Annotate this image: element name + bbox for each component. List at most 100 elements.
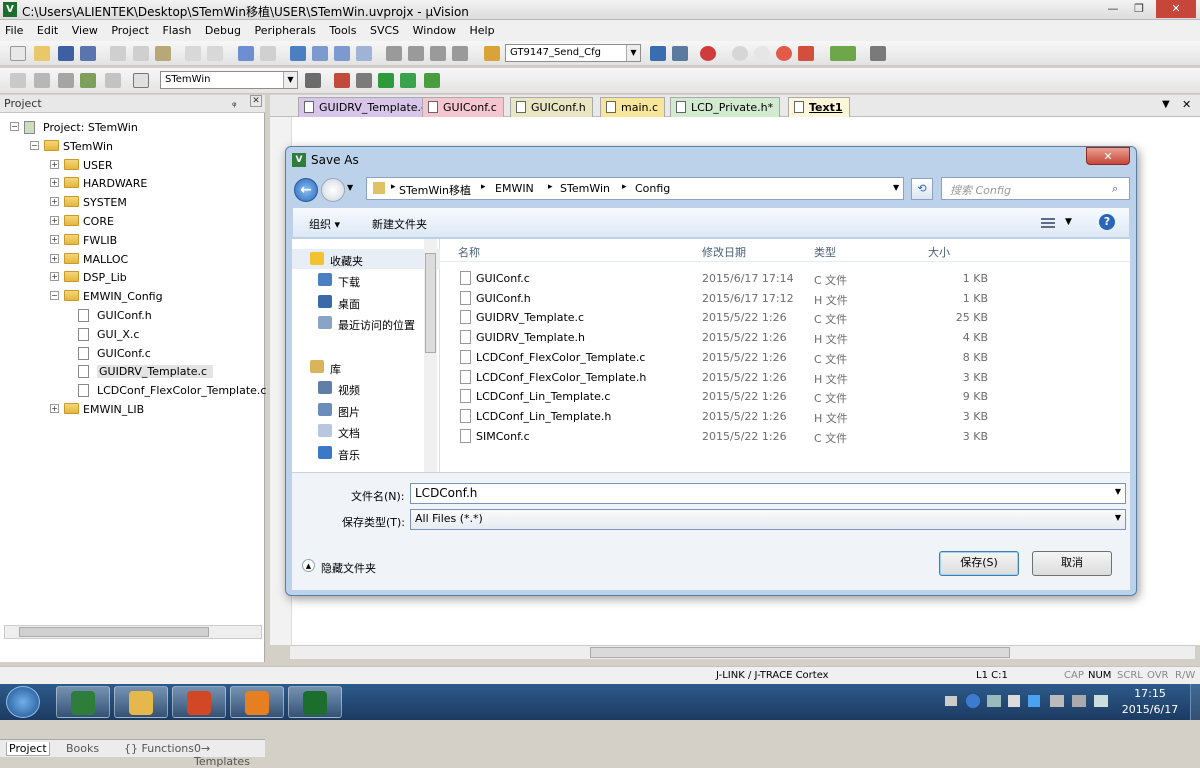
search-icon[interactable]: ⌕ [1112,182,1118,196]
organize-button[interactable]: 组织 ▾ [309,216,340,232]
menu-edit[interactable]: Edit [32,20,63,37]
breadcrumb-emwin[interactable]: EMWIN [495,182,534,195]
recent-locations-icon[interactable]: ▼ [347,183,353,192]
target-combo[interactable]: GT9147_Send_Cfg ▼ [505,44,641,62]
taskbar-app-button[interactable] [288,686,342,718]
tree-item[interactable]: DSP_Lib [83,271,127,284]
minimize-button[interactable]: — [1100,0,1126,18]
file-row[interactable]: GUIConf.h 2015/6/17 17:12 H 文件 1 KB [440,289,1130,308]
tree-toggle-icon[interactable]: + [50,178,59,188]
editor-horizontal-scrollbar[interactable] [290,645,1195,659]
column-type-header[interactable]: 类型 [814,244,836,260]
tree-item[interactable]: USER [83,159,113,172]
nav-favorite-item[interactable]: 最近访问的位置 [292,313,440,333]
file-row[interactable]: GUIConf.c 2015/6/17 17:14 C 文件 1 KB [440,269,1130,288]
file-row[interactable]: LCDConf_FlexColor_Template.h 2015/5/22 1:… [440,368,1130,387]
unindent-icon[interactable] [408,46,424,61]
target-options-icon[interactable] [305,73,321,88]
menu-svcs[interactable]: SVCS [365,20,404,37]
tree-item[interactable]: EMWIN_Config [83,290,163,303]
tab-templates[interactable]: 0→ Templates [194,742,265,768]
close-button[interactable]: ✕ [1156,0,1196,18]
menu-tools[interactable]: Tools [324,20,361,37]
tree-item[interactable]: HARDWARE [83,177,147,190]
file-row[interactable]: GUIDRV_Template.h 2015/5/22 1:26 H 文件 4 KB [440,328,1130,347]
forward-arrow-icon[interactable] [321,178,345,202]
tray-volume-icon[interactable] [1008,695,1020,707]
pack-installer-icon[interactable] [378,73,394,88]
tray-network-icon[interactable] [987,695,1001,707]
paste-icon[interactable] [155,46,171,61]
chevron-down-icon[interactable]: ▼ [283,72,297,88]
tree-item[interactable]: EMWIN_LIB [83,403,144,416]
configure-icon[interactable] [870,46,886,61]
file-extensions-icon[interactable] [356,73,372,88]
new-file-icon[interactable] [10,46,26,61]
tree-item[interactable]: SYSTEM [83,196,127,209]
back-arrow-icon[interactable]: ← [294,178,318,202]
copy-icon[interactable] [133,46,149,61]
download-icon[interactable] [133,73,149,88]
file-row[interactable]: GUIDRV_Template.c 2015/5/22 1:26 C 文件 25 KB [440,308,1130,327]
chevron-down-icon[interactable]: ▼ [1115,487,1121,496]
breadcrumb-stemwin-sub[interactable]: STemWin [560,182,610,195]
indent-icon[interactable] [386,46,402,61]
tree-toggle-icon[interactable]: + [50,159,59,169]
nav-favorites[interactable]: 收藏夹 [292,249,440,269]
run-time-env-icon[interactable] [424,73,440,88]
menu-window[interactable]: Window [408,20,461,37]
select-packs-icon[interactable] [400,73,416,88]
chevron-down-icon[interactable]: ▼ [626,45,640,61]
menu-debug[interactable]: Debug [200,20,246,37]
tree-item[interactable]: GUI_X.c [97,328,139,341]
find-icon[interactable] [650,46,666,61]
tree-toggle-icon[interactable]: − [50,291,59,301]
project-target-combo[interactable]: STemWin ▼ [160,71,298,89]
nav-vertical-scrollbar[interactable] [424,239,437,472]
chevron-down-icon[interactable]: ▼ [1115,513,1121,522]
tab-list-dropdown-icon[interactable]: ▼ [1162,99,1170,110]
nav-library-item[interactable]: 音乐 [292,443,440,463]
search-input[interactable]: 搜索 Config [941,177,1130,200]
stop-build-icon[interactable] [105,73,121,88]
save-icon[interactable] [58,46,74,61]
view-options-icon[interactable] [1041,218,1055,228]
view-chevron-down-icon[interactable]: ▼ [1065,217,1072,227]
tree-item[interactable]: MALLOC [83,253,128,266]
menu-view[interactable]: View [67,20,103,37]
tray-date[interactable]: 2015/6/17 [1115,703,1185,716]
tray-help-icon[interactable] [966,694,980,708]
nav-library-item[interactable]: 文档 [292,421,440,441]
taskbar-app-button[interactable] [114,686,168,718]
uncomment-icon[interactable] [452,46,468,61]
menu-flash[interactable]: Flash [157,20,196,37]
close-pane-icon[interactable]: ✕ [250,95,262,107]
tree-toggle-icon[interactable]: + [50,404,59,413]
filename-input[interactable]: LCDConf.h ▼ [410,483,1126,504]
column-date-header[interactable]: 修改日期 [702,244,746,260]
tree-item[interactable]: FWLIB [83,234,117,247]
save-all-icon[interactable] [80,46,96,61]
chevron-up-icon[interactable]: ▲ [302,559,315,572]
tab-functions[interactable]: {} Functions [124,742,194,755]
pin-icon[interactable]: ᵩ [232,96,237,109]
nav-back-icon[interactable] [238,46,254,61]
tree-item[interactable]: GUIDRV_Template.c [97,365,214,379]
window-layout-icon[interactable] [830,46,856,61]
kill-all-icon[interactable] [798,46,814,61]
editor-tab[interactable]: GUIConf.h [510,97,593,117]
breadcrumb-stemwin[interactable]: STemWin移植 [399,182,471,198]
menu-peripherals[interactable]: Peripherals [250,20,321,37]
tray-time[interactable]: 17:15 [1115,687,1185,700]
tree-item[interactable]: CORE [83,215,114,228]
tree-toggle-icon[interactable]: − [10,122,19,131]
tree-item[interactable]: GUIConf.c [97,347,151,360]
nav-favorite-item[interactable]: 桌面 [292,292,440,312]
file-row[interactable]: LCDConf_FlexColor_Template.c 2015/5/22 1:… [440,348,1130,367]
taskbar-app-button[interactable] [172,686,226,718]
tree-toggle-icon[interactable]: − [30,140,39,150]
editor-tab[interactable]: Text1 [788,97,850,117]
breakpoint-icon[interactable] [732,46,748,61]
tray-speaker-icon[interactable] [1072,695,1086,707]
translate-icon[interactable] [10,73,26,88]
